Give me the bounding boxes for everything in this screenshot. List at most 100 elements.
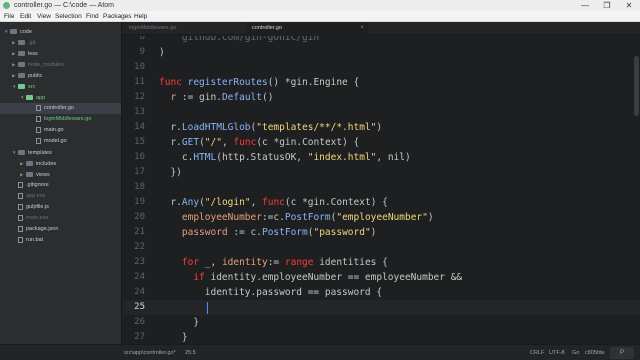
tab-controller[interactable]: controller.go × xyxy=(246,22,368,35)
tree-folder-3[interactable]: ▶ node_modules xyxy=(0,59,121,70)
code-line[interactable]: 17 }) xyxy=(123,165,640,180)
code-text: r := gin.Default() xyxy=(159,90,273,105)
menu-file[interactable]: File xyxy=(4,13,14,20)
line-number: 13 xyxy=(134,107,145,117)
menu-selection[interactable]: Selection xyxy=(55,13,82,20)
code-line[interactable]: 16 c.HTML(http.StatusOK, "index.html", n… xyxy=(123,150,640,165)
tree-folder-13[interactable]: ▶ views xyxy=(0,169,121,180)
tree-item-label: loginMiddleware.go xyxy=(44,116,92,122)
tab-login-middleware[interactable]: loginMiddleware.go xyxy=(123,22,245,35)
code-line[interactable]: 26 } xyxy=(123,315,640,330)
status-grammar[interactable]: Go xyxy=(572,345,579,360)
maximize-button[interactable]: ❐ xyxy=(596,0,618,11)
tree-file-15[interactable]: app.exe xyxy=(0,191,121,202)
line-number: 22 xyxy=(134,242,145,252)
status-encoding[interactable]: UTF-8 xyxy=(549,345,565,360)
line-number: 11 xyxy=(134,77,145,87)
code-text: func registerRoutes() *gin.Engine { xyxy=(159,75,359,90)
status-cursor-position[interactable]: 25:5 xyxy=(185,345,196,360)
tree-file-19[interactable]: run.bat xyxy=(0,235,121,246)
tree-item-label: src xyxy=(28,84,36,90)
tree-file-10[interactable]: model.go xyxy=(0,136,121,147)
tree-file-9[interactable]: main.go xyxy=(0,125,121,136)
tree-folder-0[interactable]: ▼ code xyxy=(0,26,121,37)
line-number: 24 xyxy=(134,272,145,282)
code-text: c.HTML(http.StatusOK, "index.html", nil) xyxy=(159,150,411,165)
tree-folder-5[interactable]: ▼ src xyxy=(0,81,121,92)
code-editor[interactable]: 8 github.com/gin-gonic/gin 9) 10 11 func reg… xyxy=(123,36,640,344)
code-line[interactable]: 12 r := gin.Default() xyxy=(123,90,640,105)
file-icon xyxy=(36,126,41,133)
tree-file-18[interactable]: package.json xyxy=(0,224,121,235)
tree-file-7[interactable]: controller.go xyxy=(0,103,121,114)
code-text: r.LoadHTMLGlob("templates/**/*.html") xyxy=(159,120,382,135)
folder-icon xyxy=(18,51,25,57)
code-token: (c *gin.Context) { xyxy=(284,197,388,208)
code-line[interactable]: 21 password := c.PostForm("password") xyxy=(123,225,640,240)
menu-packages[interactable]: Packages xyxy=(103,13,132,20)
text-cursor xyxy=(207,302,208,314)
status-file-path[interactable]: src\app\controller.go* xyxy=(124,345,176,360)
code-line[interactable]: 27 } xyxy=(123,330,640,344)
line-number: 10 xyxy=(134,62,145,72)
line-number: 12 xyxy=(134,92,145,102)
line-number: 14 xyxy=(134,122,145,132)
code-line[interactable]: 8 github.com/gin-gonic/gin xyxy=(123,36,640,45)
code-line[interactable]: 24 if identity.employeeNumber == employe… xyxy=(123,270,640,285)
code-token: r. xyxy=(159,197,182,208)
tree-item-label: model.go xyxy=(44,138,67,144)
tree-file-8[interactable]: loginMiddleware.go xyxy=(0,114,121,125)
code-token: "/" xyxy=(204,137,222,148)
code-line[interactable]: 23 for _, identity:= range identities { xyxy=(123,255,640,270)
file-icon xyxy=(18,214,23,221)
close-icon[interactable]: × xyxy=(360,22,364,35)
tree-item-label: public xyxy=(28,73,43,79)
menu-view[interactable]: View xyxy=(37,13,51,20)
code-token: registerRoutes xyxy=(187,77,268,88)
code-line[interactable]: 10 xyxy=(123,60,640,75)
code-token: GET xyxy=(181,137,200,148)
file-icon xyxy=(18,236,23,243)
close-button[interactable]: ✕ xyxy=(618,0,640,11)
menu-help[interactable]: Help xyxy=(134,13,147,20)
tree-folder-1[interactable]: ▶ .git xyxy=(0,37,121,48)
code-token: (c *gin.Context) { xyxy=(256,137,360,148)
code-line[interactable]: 22 xyxy=(123,240,640,255)
code-text: employeeNumber:=c.PostForm("employeeNumb… xyxy=(159,210,434,225)
tree-file-17[interactable]: main.exe xyxy=(0,213,121,224)
code-token: ) xyxy=(159,47,165,58)
code-line[interactable]: 18 xyxy=(123,180,640,195)
code-line[interactable]: 13 xyxy=(123,105,640,120)
code-line[interactable]: 24 identity.password == password { xyxy=(123,285,640,300)
tree-folder-6[interactable]: ▼ app xyxy=(0,92,121,103)
code-line[interactable]: 19 r.Any("/login", func(c *gin.Context) … xyxy=(123,195,640,210)
code-line[interactable]: 15 r.GET("/", func(c *gin.Context) { xyxy=(123,135,640,150)
code-token: HTML xyxy=(193,152,217,163)
code-line[interactable]: 25 xyxy=(123,300,640,315)
status-git-branch[interactable]: c805fde xyxy=(585,345,605,360)
tree-folder-4[interactable]: ▶ public xyxy=(0,70,121,81)
status-line-ending[interactable]: CRLF xyxy=(530,345,544,360)
folder-icon xyxy=(18,73,25,79)
menu-edit[interactable]: Edit xyxy=(20,13,31,20)
code-text: password := c.PostForm("password") xyxy=(159,225,377,240)
tree-file-16[interactable]: gulpfile.js xyxy=(0,202,121,213)
code-line[interactable]: 20 employeeNumber:=c.PostForm("employeeN… xyxy=(123,210,640,225)
tree-folder-12[interactable]: ▶ includes xyxy=(0,158,121,169)
code-token: "password" xyxy=(313,227,371,238)
tree-file-14[interactable]: .gitignore xyxy=(0,180,121,191)
tree-view: ▼ code ▶ .git ▶ less ▶ node_modules ▶ public ▼ src ▼… xyxy=(0,22,122,344)
tree-item-label: controller.go xyxy=(44,105,74,111)
code-line[interactable]: 14 r.LoadHTMLGlob("templates/**/*.html") xyxy=(123,120,640,135)
code-line[interactable]: 11 func registerRoutes() *gin.Engine { xyxy=(123,75,640,90)
tree-item-label: less xyxy=(28,51,38,57)
tree-folder-11[interactable]: ▼ templates xyxy=(0,147,121,158)
code-token: :=c. xyxy=(261,212,285,223)
folder-icon xyxy=(18,62,25,68)
minimize-button[interactable]: — xyxy=(574,0,596,11)
line-number: 9 xyxy=(139,47,145,57)
tree-folder-2[interactable]: ▶ less xyxy=(0,48,121,59)
menu-find[interactable]: Find xyxy=(86,13,99,20)
tree-item-label: views xyxy=(36,172,50,178)
code-line[interactable]: 9) xyxy=(123,45,640,60)
